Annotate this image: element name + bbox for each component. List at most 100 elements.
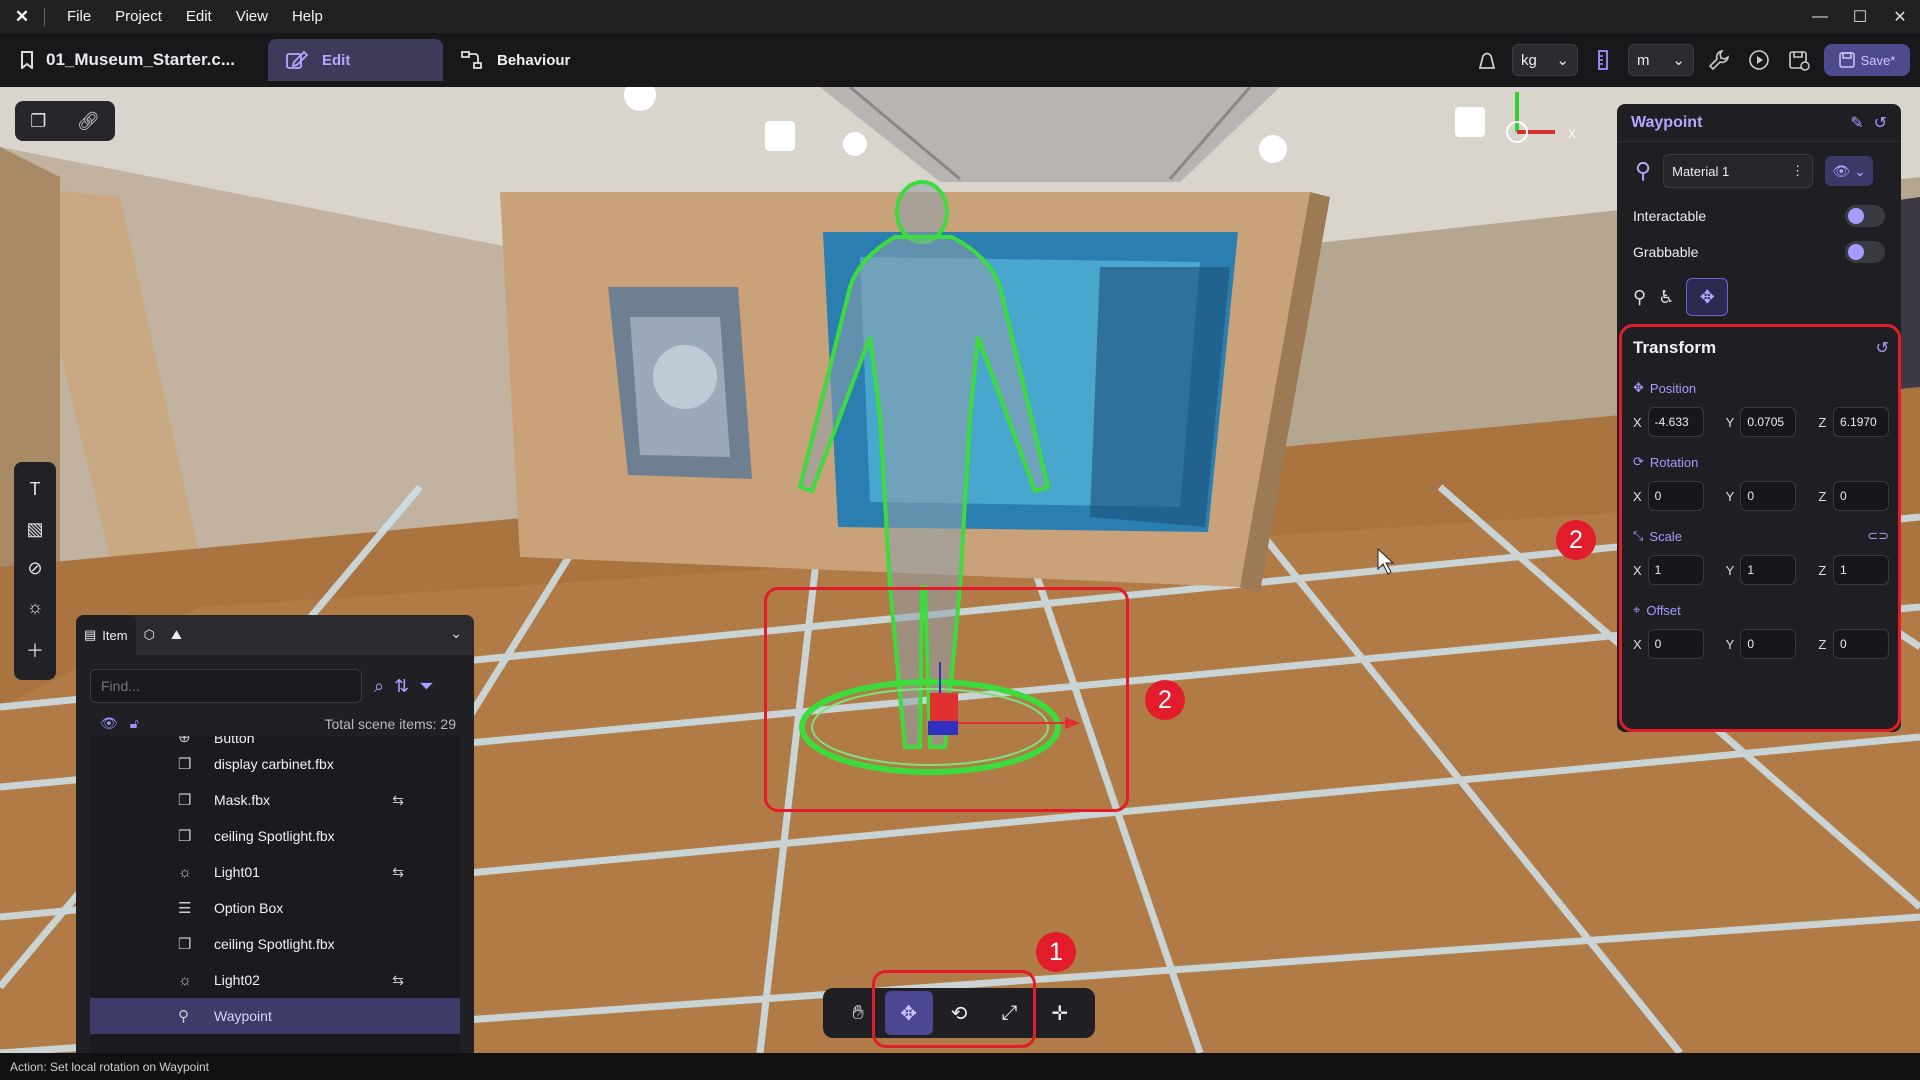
behaviour-link-icon[interactable]: ⇆ (392, 972, 404, 989)
tree-row-light02[interactable]: ☼ Light02 ⇆ (90, 962, 460, 998)
menu-edit[interactable]: Edit (174, 8, 224, 25)
hand-tool-button[interactable]: ✋︎ (834, 991, 882, 1035)
find-input[interactable] (90, 669, 362, 703)
walk-tab-icon[interactable]: ♿︎ (1658, 287, 1674, 308)
length-unit-select[interactable]: m ⌄ (1628, 44, 1694, 76)
interactable-row: Interactable (1617, 198, 1901, 234)
ruler-icon (1588, 45, 1618, 75)
offset-x-input[interactable] (1647, 629, 1704, 659)
transform-tool-button[interactable]: ✛ (1036, 991, 1084, 1035)
link-scale-icon[interactable]: ⊂⊃ (1867, 528, 1889, 544)
behaviour-link-icon[interactable]: ⇆ (392, 864, 404, 881)
sort-icon[interactable]: ⇅ (394, 676, 409, 697)
rotation-z-input[interactable] (1833, 481, 1890, 511)
eye-icon[interactable]: 👁︎ (100, 715, 118, 732)
axis-x-label: X (1633, 488, 1642, 504)
position-y-input[interactable] (1740, 407, 1797, 437)
tab-edit[interactable]: Edit (268, 39, 443, 81)
rotation-y-input[interactable] (1740, 481, 1797, 511)
tree-row-light01[interactable]: ☼ Light01 ⇆ (90, 854, 460, 890)
image-tool-icon[interactable]: ▧ (26, 519, 43, 540)
weight-unit-select[interactable]: kg ⌄ (1512, 44, 1578, 76)
reset-icon[interactable]: ↺ (1874, 113, 1887, 133)
tree-row-button[interactable]: ⊕ Button (90, 736, 460, 746)
move-tool-button[interactable]: ✥ (884, 991, 933, 1035)
app-logo-icon: ✕ (14, 6, 30, 26)
material-select[interactable]: Material 1 ⋮ (1663, 154, 1814, 188)
text-tool-icon[interactable]: T (30, 479, 41, 500)
chevron-down-icon[interactable]: ⌄ (450, 625, 462, 642)
menu-view[interactable]: View (224, 8, 280, 25)
scale-tool-button[interactable]: ⤢ (985, 991, 1033, 1035)
eye-icon: 👁︎ ⌄ (1832, 162, 1866, 179)
document-name: 01_Museum_Starter.c... (46, 50, 235, 69)
tree-row-mask[interactable]: ❒ Mask.fbx ⇆ (90, 782, 460, 818)
document-title: 01_Museum_Starter.c... (0, 50, 268, 70)
publish-icon[interactable] (1784, 45, 1814, 75)
environment-icon: ⛰ (170, 627, 182, 642)
maximize-button[interactable]: ☐ (1840, 7, 1880, 27)
position-z-input[interactable] (1833, 407, 1890, 437)
interactable-label: Interactable (1633, 208, 1707, 224)
menu-project[interactable]: Project (103, 8, 174, 25)
reset-transform-icon[interactable]: ↺ (1876, 338, 1889, 358)
interactable-toggle[interactable] (1845, 205, 1885, 227)
left-toolbar: T ▧ ⊘ ☼ ＋ (14, 462, 56, 680)
transform-tab-icon[interactable]: ✥ (1686, 278, 1729, 316)
material-row: ⚲ Material 1 ⋮ 👁︎ ⌄ (1617, 142, 1901, 198)
link-icon[interactable]: 🔗︎ (77, 111, 100, 132)
grabbable-toggle[interactable] (1845, 241, 1885, 263)
play-icon[interactable] (1744, 45, 1774, 75)
tree-row-waypoint[interactable]: ⚲ Waypoint (90, 998, 460, 1034)
lock-icon[interactable]: 🔓︎ (130, 715, 139, 732)
hidden-tool-icon[interactable]: ⊘ (27, 558, 42, 579)
chevron-down-icon: ⌄ (1672, 52, 1685, 69)
tab-environment[interactable]: ⛰ (163, 615, 190, 655)
position-x-input[interactable] (1647, 407, 1704, 437)
tab-behaviour[interactable]: Behaviour (443, 39, 588, 81)
rotate-icon: ⟳ (1633, 454, 1644, 469)
save-button[interactable]: Save* (1824, 44, 1910, 76)
light-tool-icon[interactable]: ☼ (27, 597, 44, 618)
tab-objects[interactable]: ⬡ (136, 615, 163, 655)
visibility-dropdown[interactable]: 👁︎ ⌄ (1825, 156, 1874, 186)
tree-row-option-box[interactable]: ☰ Option Box (90, 890, 460, 926)
offset-z-input[interactable] (1833, 629, 1890, 659)
wrench-icon[interactable] (1704, 45, 1734, 75)
waypoint-icon: ⚲ (1635, 158, 1652, 183)
inspector-header: Waypoint ✎ ↺ (1617, 104, 1901, 142)
grabbable-label: Grabbable (1633, 244, 1699, 260)
menu-help[interactable]: Help (280, 8, 335, 25)
waypoint-tab-icon[interactable]: ⚲ (1633, 287, 1646, 308)
tree-row-display-cabinet[interactable]: ❒ display carbinet.fbx (90, 746, 460, 782)
axis-gizmo-x-label: X (1568, 127, 1576, 141)
axis-gizmo-y-label: Y (1512, 87, 1520, 88)
add-icon[interactable]: ＋ (26, 637, 44, 663)
tab-behaviour-label: Behaviour (497, 51, 571, 69)
scale-z-input[interactable] (1833, 555, 1890, 585)
rename-icon[interactable]: ✎ (1850, 113, 1863, 133)
tree-row-ceiling-spotlight-2[interactable]: ❒ ceiling Spotlight.fbx (90, 926, 460, 962)
scale-x-input[interactable] (1647, 555, 1704, 585)
filter-icon[interactable]: ⏷ (419, 676, 433, 697)
scale-y-input[interactable] (1740, 555, 1797, 585)
rotation-row: X Y Z (1633, 476, 1890, 516)
mesh-icon: ❒ (178, 756, 192, 773)
rotate-tool-button[interactable]: ⟲ (935, 991, 983, 1035)
minimize-button[interactable]: — (1800, 8, 1840, 26)
menu-file[interactable]: File (55, 8, 103, 25)
move-icon: ✥ (900, 1002, 917, 1025)
axis-x-label: X (1633, 562, 1642, 578)
search-icon[interactable]: ⌕ (374, 676, 384, 697)
rotation-x-input[interactable] (1647, 481, 1704, 511)
offset-row: X Y Z (1633, 624, 1890, 664)
tab-item[interactable]: ▤ Item (76, 615, 136, 655)
offset-y-input[interactable] (1740, 629, 1797, 659)
annotation-badge-2-inspector: 2 (1556, 520, 1596, 560)
scale-icon: ⤡ (1633, 528, 1644, 543)
tree-row-ceiling-spotlight[interactable]: ❒ ceiling Spotlight.fbx (90, 818, 460, 854)
close-window-button[interactable]: ✕ (1880, 7, 1920, 27)
duplicate-icon[interactable]: ❐ (30, 111, 46, 132)
window-controls: — ☐ ✕ (1800, 0, 1920, 33)
behaviour-link-icon[interactable]: ⇆ (392, 792, 404, 809)
